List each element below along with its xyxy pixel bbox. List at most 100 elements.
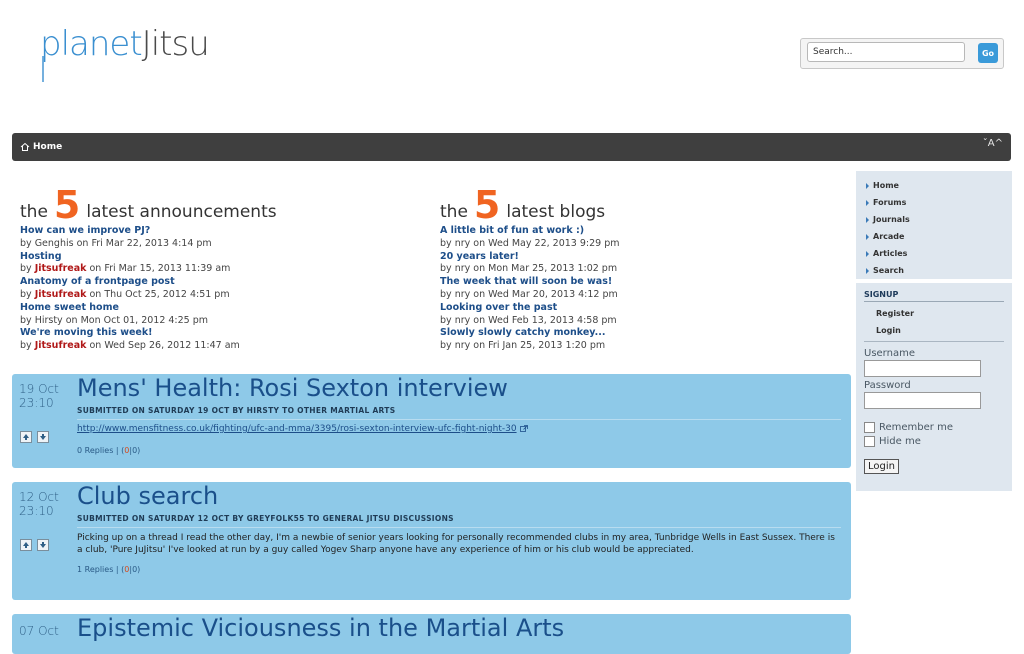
search-input[interactable] [807,42,965,62]
site-logo[interactable]: planetJitsu [38,24,268,86]
sidebar-item-journals[interactable]: Journals [866,211,1012,228]
blog-link[interactable]: A little bit of fun at work :) [440,225,820,238]
author-name[interactable]: nry [455,238,471,249]
font-size-toggle[interactable]: ˇA^ [983,138,1003,149]
nav-home-label: Home [33,142,63,152]
author-name[interactable]: nry [455,315,471,326]
logo-text: planetJitsu [40,24,210,64]
username-label: Username [864,348,915,359]
list-item: Home sweet home by Hirsty on Mon Oct 01,… [20,302,400,328]
arrow-up-icon [23,434,29,440]
post-card: 12 Oct 23:10 Club search SUBMITTED ON SA… [12,482,851,600]
announcement-link[interactable]: Hosting [20,251,400,264]
blog-link[interactable]: Looking over the past [440,302,820,315]
username-field[interactable] [864,360,981,377]
announcement-link[interactable]: How can we improve PJ? [20,225,400,238]
announcement-link[interactable]: We're moving this week! [20,327,400,340]
post-replies[interactable]: 1 Replies | (0|0) [77,565,841,574]
arrow-down-icon [40,434,46,440]
list-item: Hosting by Jitsufreak on Fri Mar 15, 201… [20,251,400,277]
author-name[interactable]: nry [455,340,471,351]
announcement-link[interactable]: Anatomy of a frontpage post [20,276,400,289]
post-title[interactable]: Club search [77,482,841,509]
arrow-right-icon [866,199,869,206]
vote-up-button[interactable] [20,539,32,551]
arrow-right-icon [866,233,869,240]
announcement-link[interactable]: Home sweet home [20,302,400,315]
post-votes [20,431,49,443]
hide-me-checkbox[interactable] [864,435,875,447]
register-link[interactable]: Register [876,305,914,322]
divider [77,527,841,528]
sidebar-nav: Home Forums Journals Arcade Articles Sea… [856,171,1012,279]
arrow-right-icon [866,216,869,223]
author-name[interactable]: Genghis [35,238,74,249]
remember-me-option[interactable]: Remember me [864,420,1004,434]
author-name[interactable]: Jitsufreak [35,263,87,274]
list-item: How can we improve PJ? by Genghis on Fri… [20,225,400,251]
password-label: Password [864,380,911,391]
divider [856,279,1012,283]
post-submitted-info: SUBMITTED ON SATURDAY 19 OCT BY HIRSTY T… [77,406,396,415]
post-card: 07 Oct Epistemic Viciousness in the Mart… [12,614,851,654]
signup-links: Register Login [876,305,914,339]
sidebar-item-articles[interactable]: Articles [866,245,1012,262]
home-icon [20,142,30,151]
post-title[interactable]: Epistemic Viciousness in the Martial Art… [77,614,841,641]
login-link[interactable]: Login [876,322,914,339]
sidebar-item-search[interactable]: Search [866,262,1012,279]
vote-down-button[interactable] [37,539,49,551]
post-votes [20,539,49,551]
post-date: 07 Oct [19,624,59,638]
arrow-right-icon [866,250,869,257]
post-replies[interactable]: 0 Replies | (0|0) [77,446,841,455]
post-body-text: Picking up on a thread I read the other … [77,533,835,555]
sidebar-item-forums[interactable]: Forums [866,194,1012,211]
list-item: 20 years later! by nry on Mon Mar 25, 20… [440,251,820,277]
vote-down-button[interactable] [37,431,49,443]
author-name[interactable]: nry [455,263,471,274]
sidebar-item-home[interactable]: Home [866,177,1012,194]
latest-blogs: the 5 latest blogs A little bit of fun at … [440,183,820,353]
divider [864,341,1004,342]
blog-link[interactable]: 20 years later! [440,251,820,264]
arrow-right-icon [866,182,869,189]
blog-link[interactable]: Slowly slowly catchy monkey... [440,327,820,340]
sidebar: Home Forums Journals Arcade Articles Sea… [856,171,1012,491]
list-item: A little bit of fun at work :) by nry on… [440,225,820,251]
blog-link[interactable]: The week that will soon be was! [440,276,820,289]
list-item: Anatomy of a frontpage post by Jitsufrea… [20,276,400,302]
post-date: 19 Oct 23:10 [19,382,59,410]
login-form: Username Password Remember me Hide me Lo… [864,348,1004,474]
list-item: Looking over the past by nry on Wed Feb … [440,302,820,328]
author-name[interactable]: Jitsufreak [35,289,87,300]
login-button[interactable]: Login [864,459,899,474]
nav-home-link[interactable]: Home [20,140,62,154]
post-card: 19 Oct 23:10 Mens' Health: Rosi Sexton i… [12,374,851,468]
arrow-right-icon [866,267,869,274]
author-name[interactable]: nry [455,289,471,300]
arrow-down-icon [40,542,46,548]
author-name[interactable]: Hirsty [35,315,63,326]
post-date: 12 Oct 23:10 [19,490,59,518]
blogs-heading: the 5 latest blogs [440,183,606,227]
external-link-icon [519,425,528,432]
vote-up-button[interactable] [20,431,32,443]
arrow-up-icon [23,542,29,548]
signup-heading: SIGNUP [864,290,1004,302]
list-item: The week that will soon be was! by nry o… [440,276,820,302]
sidebar-item-arcade[interactable]: Arcade [866,228,1012,245]
author-name[interactable]: Jitsufreak [35,340,87,351]
search-go-button[interactable]: Go [978,43,998,63]
search-box: Go [800,38,1004,69]
main-navbar: Home ˇA^ [12,133,1011,161]
password-field[interactable] [864,392,981,409]
latest-announcements: the 5 latest announcements How can we impr… [20,186,400,353]
list-item: We're moving this week! by Jitsufreak on… [20,327,400,353]
post-title[interactable]: Mens' Health: Rosi Sexton interview [77,374,841,401]
post-external-link[interactable]: http://www.mensfitness.co.uk/fighting/uf… [77,424,517,434]
hide-me-option[interactable]: Hide me [864,434,1004,448]
post-submitted-info: SUBMITTED ON SATURDAY 12 OCT BY GREYFOLK… [77,514,454,523]
remember-me-checkbox[interactable] [864,421,875,433]
divider [77,419,841,420]
